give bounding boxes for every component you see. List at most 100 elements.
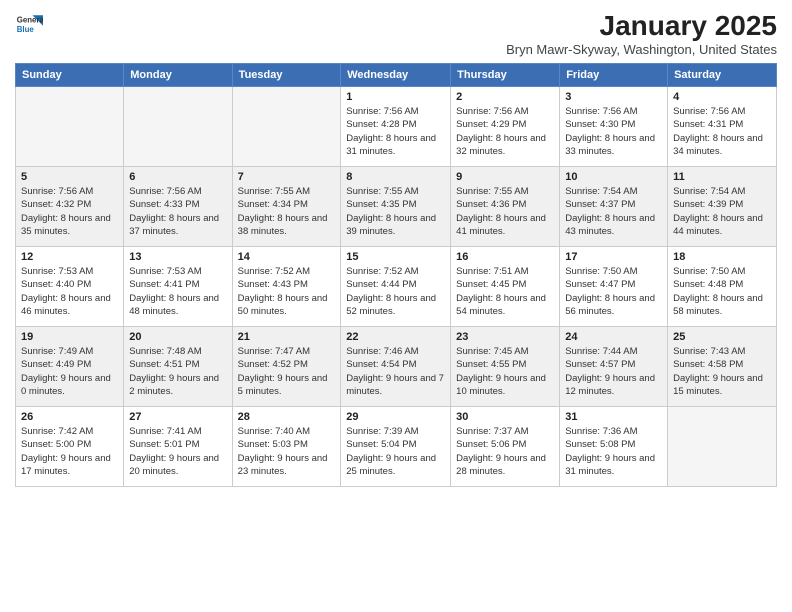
table-row: 4Sunrise: 7:56 AMSunset: 4:31 PMDaylight… xyxy=(668,87,777,167)
day-info: Sunrise: 7:37 AMSunset: 5:06 PMDaylight:… xyxy=(456,425,554,478)
table-row: 13 Sunrise: 7:53 AMSunset: 4:41 PMDayligh… xyxy=(124,247,232,327)
table-row: 3Sunrise: 7:56 AMSunset: 4:30 PMDaylight… xyxy=(560,87,668,167)
day-number: 3 xyxy=(565,91,662,103)
header-tuesday: Tuesday xyxy=(232,64,341,87)
day-number: 20 xyxy=(129,331,226,343)
table-row: 7Sunrise: 7:55 AMSunset: 4:34 PMDaylight… xyxy=(232,167,341,247)
day-info: Sunrise: 7:45 AMSunset: 4:55 PMDaylight:… xyxy=(456,345,554,398)
day-number: 4 xyxy=(673,91,771,103)
svg-text:Blue: Blue xyxy=(17,25,35,34)
day-info: Sunrise: 7:56 AMSunset: 4:32 PMDaylight:… xyxy=(21,185,118,238)
table-row: 27 Sunrise: 7:41 AMSunset: 5:01 PMDayligh… xyxy=(124,407,232,487)
day-info: Sunrise: 7:41 AMSunset: 5:01 PMDaylight:… xyxy=(129,425,226,478)
day-number: 13 xyxy=(129,251,226,263)
table-row: 21 Sunrise: 7:47 AMSunset: 4:52 PMDayligh… xyxy=(232,327,341,407)
day-number: 17 xyxy=(565,251,662,263)
day-info: Sunrise: 7:54 AMSunset: 4:39 PMDaylight:… xyxy=(673,185,771,238)
day-number: 30 xyxy=(456,411,554,423)
day-number: 27 xyxy=(129,411,226,423)
page-header: General Blue January 2025 Bryn Mawr-Skyw… xyxy=(15,10,777,57)
table-row: 22 Sunrise: 7:46 AMSunset: 4:54 PMDayligh… xyxy=(341,327,451,407)
day-number: 24 xyxy=(565,331,662,343)
table-row: 11Sunrise: 7:54 AMSunset: 4:39 PMDayligh… xyxy=(668,167,777,247)
header-sunday: Sunday xyxy=(16,64,124,87)
day-number: 9 xyxy=(456,171,554,183)
table-row: 16Sunrise: 7:51 AMSunset: 4:45 PMDayligh… xyxy=(451,247,560,327)
svg-text:General: General xyxy=(17,15,43,24)
day-number: 2 xyxy=(456,91,554,103)
table-row: 2 Sunrise: 7:56 AMSunset: 4:29 PMDaylight… xyxy=(451,87,560,167)
table-row: 5 Sunrise: 7:56 AMSunset: 4:32 PMDaylight… xyxy=(16,167,124,247)
day-number: 6 xyxy=(129,171,226,183)
calendar-header-row: Sunday Monday Tuesday Wednesday Thursday… xyxy=(16,64,777,87)
table-row: 20 Sunrise: 7:48 AMSunset: 4:51 PMDayligh… xyxy=(124,327,232,407)
day-number: 25 xyxy=(673,331,771,343)
table-row xyxy=(668,407,777,487)
day-info: Sunrise: 7:56 AMSunset: 4:29 PMDaylight:… xyxy=(456,105,554,158)
day-info: Sunrise: 7:55 AMSunset: 4:35 PMDaylight:… xyxy=(346,185,445,238)
day-info: Sunrise: 7:55 AMSunset: 4:36 PMDaylight:… xyxy=(456,185,554,238)
day-info: Sunrise: 7:39 AMSunset: 5:04 PMDaylight:… xyxy=(346,425,445,478)
calendar-week-1: 1Sunrise: 7:56 AMSunset: 4:28 PMDaylight… xyxy=(16,87,777,167)
day-number: 8 xyxy=(346,171,445,183)
day-number: 15 xyxy=(346,251,445,263)
table-row: 15 Sunrise: 7:52 AMSunset: 4:44 PMDayligh… xyxy=(341,247,451,327)
day-number: 21 xyxy=(238,331,336,343)
day-info: Sunrise: 7:43 AMSunset: 4:58 PMDaylight:… xyxy=(673,345,771,398)
day-info: Sunrise: 7:53 AMSunset: 4:41 PMDaylight:… xyxy=(129,265,226,318)
table-row: 19Sunrise: 7:49 AMSunset: 4:49 PMDayligh… xyxy=(16,327,124,407)
calendar-week-4: 19Sunrise: 7:49 AMSunset: 4:49 PMDayligh… xyxy=(16,327,777,407)
title-section: January 2025 Bryn Mawr-Skyway, Washingto… xyxy=(506,10,777,57)
table-row: 6Sunrise: 7:56 AMSunset: 4:33 PMDaylight… xyxy=(124,167,232,247)
day-number: 28 xyxy=(238,411,336,423)
day-number: 7 xyxy=(238,171,336,183)
table-row: 30 Sunrise: 7:37 AMSunset: 5:06 PMDayligh… xyxy=(451,407,560,487)
day-info: Sunrise: 7:44 AMSunset: 4:57 PMDaylight:… xyxy=(565,345,662,398)
header-thursday: Thursday xyxy=(451,64,560,87)
day-number: 29 xyxy=(346,411,445,423)
day-number: 31 xyxy=(565,411,662,423)
page-container: General Blue January 2025 Bryn Mawr-Skyw… xyxy=(0,0,792,492)
table-row: 31 Sunrise: 7:36 AMSunset: 5:08 PMDayligh… xyxy=(560,407,668,487)
day-number: 14 xyxy=(238,251,336,263)
header-friday: Friday xyxy=(560,64,668,87)
day-number: 5 xyxy=(21,171,118,183)
table-row: 14 Sunrise: 7:52 AMSunset: 4:43 PMDayligh… xyxy=(232,247,341,327)
table-row: 23 Sunrise: 7:45 AMSunset: 4:55 PMDayligh… xyxy=(451,327,560,407)
table-row: 1Sunrise: 7:56 AMSunset: 4:28 PMDaylight… xyxy=(341,87,451,167)
day-info: Sunrise: 7:36 AMSunset: 5:08 PMDaylight:… xyxy=(565,425,662,478)
day-number: 10 xyxy=(565,171,662,183)
header-monday: Monday xyxy=(124,64,232,87)
logo: General Blue xyxy=(15,10,43,38)
day-info: Sunrise: 7:53 AMSunset: 4:40 PMDaylight:… xyxy=(21,265,118,318)
day-number: 22 xyxy=(346,331,445,343)
table-row: 9 Sunrise: 7:55 AMSunset: 4:36 PMDaylight… xyxy=(451,167,560,247)
day-info: Sunrise: 7:47 AMSunset: 4:52 PMDaylight:… xyxy=(238,345,336,398)
day-number: 16 xyxy=(456,251,554,263)
day-number: 23 xyxy=(456,331,554,343)
day-info: Sunrise: 7:48 AMSunset: 4:51 PMDaylight:… xyxy=(129,345,226,398)
day-info: Sunrise: 7:52 AMSunset: 4:44 PMDaylight:… xyxy=(346,265,445,318)
day-info: Sunrise: 7:52 AMSunset: 4:43 PMDaylight:… xyxy=(238,265,336,318)
logo-icon: General Blue xyxy=(15,10,43,38)
table-row: 8 Sunrise: 7:55 AMSunset: 4:35 PMDaylight… xyxy=(341,167,451,247)
table-row: 28 Sunrise: 7:40 AMSunset: 5:03 PMDayligh… xyxy=(232,407,341,487)
table-row xyxy=(124,87,232,167)
table-row xyxy=(232,87,341,167)
day-info: Sunrise: 7:46 AMSunset: 4:54 PMDaylight:… xyxy=(346,345,445,398)
day-number: 26 xyxy=(21,411,118,423)
day-info: Sunrise: 7:42 AMSunset: 5:00 PMDaylight:… xyxy=(21,425,118,478)
day-number: 18 xyxy=(673,251,771,263)
day-info: Sunrise: 7:40 AMSunset: 5:03 PMDaylight:… xyxy=(238,425,336,478)
calendar-week-5: 26 Sunrise: 7:42 AMSunset: 5:00 PMDayligh… xyxy=(16,407,777,487)
table-row: 26 Sunrise: 7:42 AMSunset: 5:00 PMDayligh… xyxy=(16,407,124,487)
location-subtitle: Bryn Mawr-Skyway, Washington, United Sta… xyxy=(506,42,777,57)
month-title: January 2025 xyxy=(506,10,777,42)
table-row: 12 Sunrise: 7:53 AMSunset: 4:40 PMDayligh… xyxy=(16,247,124,327)
table-row: 17Sunrise: 7:50 AMSunset: 4:47 PMDayligh… xyxy=(560,247,668,327)
day-number: 19 xyxy=(21,331,118,343)
table-row: 24 Sunrise: 7:44 AMSunset: 4:57 PMDayligh… xyxy=(560,327,668,407)
day-number: 12 xyxy=(21,251,118,263)
table-row: 25 Sunrise: 7:43 AMSunset: 4:58 PMDayligh… xyxy=(668,327,777,407)
calendar-table: Sunday Monday Tuesday Wednesday Thursday… xyxy=(15,63,777,487)
